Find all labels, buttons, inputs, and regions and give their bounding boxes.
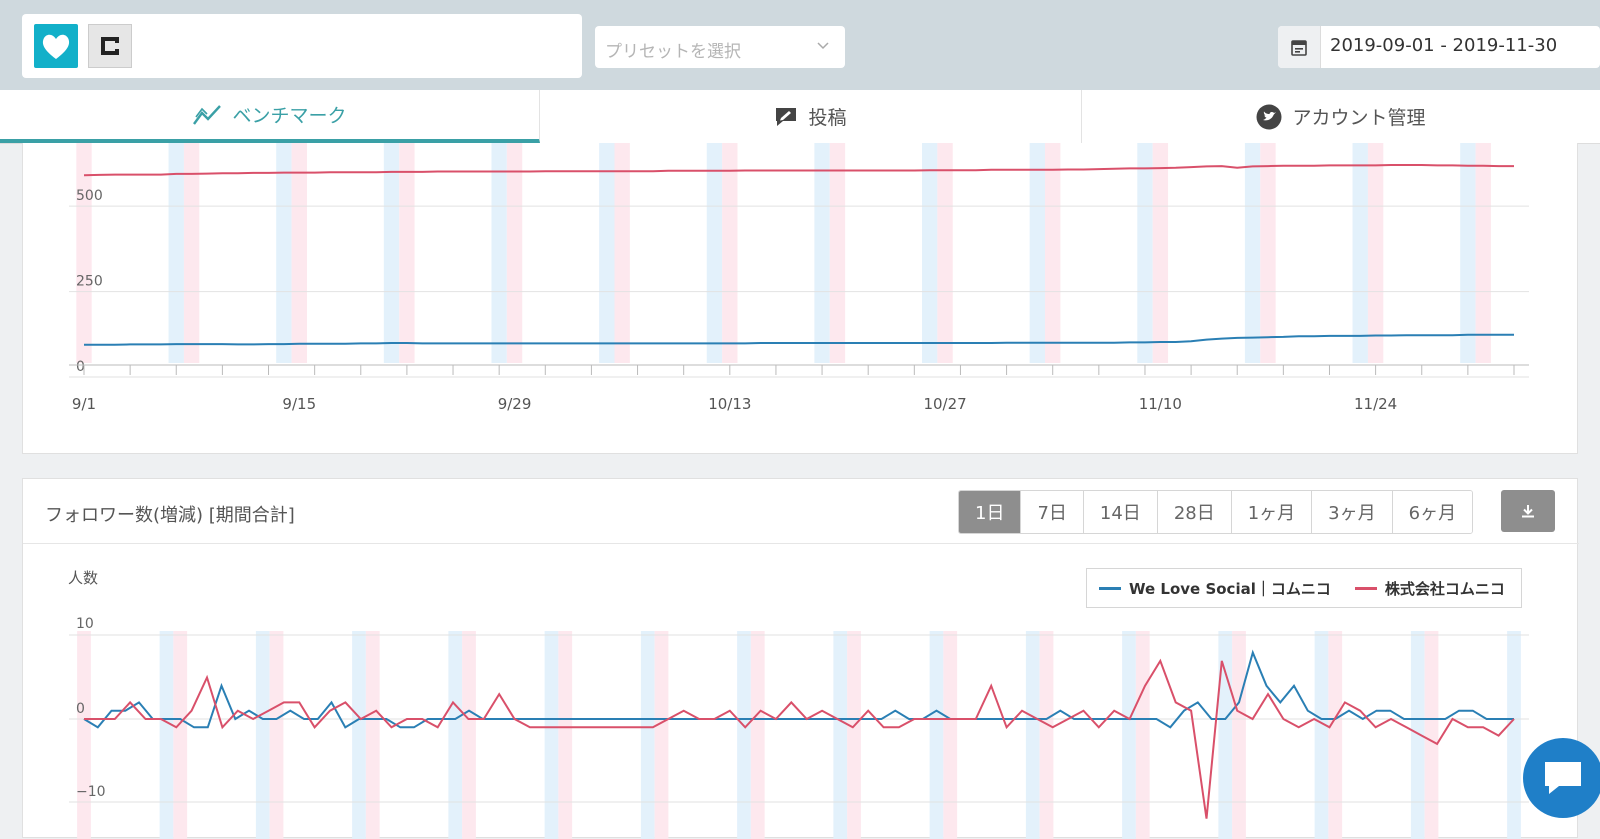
weekend-band-saturday (1122, 631, 1136, 839)
weekend-band-saturday (159, 631, 174, 839)
y-tick-label: 0 (76, 701, 85, 717)
weekend-band-sunday (365, 631, 380, 839)
weekend-band-saturday (544, 631, 559, 839)
weekend-band-saturday (383, 143, 400, 363)
weekend-band-sunday (1039, 631, 1054, 839)
weekend-band-saturday (737, 631, 751, 839)
y-tick-label: 500 (76, 188, 103, 204)
date-range-value: 2019-09-01 - 2019-11-30 (1330, 35, 1558, 56)
weekend-band-saturday (1029, 143, 1046, 363)
weekend-band-sunday (173, 631, 188, 839)
twitter-icon (1256, 104, 1282, 129)
weekend-band-saturday (448, 631, 463, 839)
tab-benchmark[interactable]: ベンチマーク (0, 90, 540, 143)
weekend-band-saturday (255, 631, 270, 839)
chat-button[interactable] (1523, 738, 1600, 818)
weekend-band-sunday (1328, 631, 1343, 839)
weekend-band-saturday (706, 143, 723, 363)
weekend-band-sunday (462, 631, 476, 839)
weekend-band-sunday (183, 143, 200, 363)
weekend-band-sunday (614, 143, 630, 363)
weekend-band-saturday (1218, 631, 1233, 839)
edit-icon (776, 107, 797, 126)
follower-total-card: 500 250 0 9/1 9/15 9/29 10/13 10/27 11/10 11/24 (22, 143, 1578, 454)
weekend-band-sunday (291, 143, 307, 363)
preset-select[interactable]: プリセットを選択 (595, 26, 845, 68)
weekend-band-saturday (929, 631, 944, 839)
main-tabs: ベンチマーク 投稿 アカウント管理 (0, 90, 1600, 144)
date-range-picker[interactable]: 2019-09-01 - 2019-11-30 (1278, 26, 1600, 68)
weekend-band-saturday (1025, 631, 1040, 839)
account-selector[interactable] (22, 14, 582, 78)
weekend-band-sunday (269, 631, 284, 839)
top-bar: プリセットを選択 2019-09-01 - 2019-11-30 (0, 0, 1600, 90)
x-tick-label: 11/24 (1354, 395, 1397, 413)
tab-benchmark-label: ベンチマーク (232, 105, 347, 127)
weekend-band-sunday (1135, 631, 1150, 839)
y-tick-label: 250 (76, 274, 103, 290)
tab-posts[interactable]: 投稿 (540, 90, 1082, 143)
x-tick-label: 10/13 (708, 395, 751, 413)
weekend-band-saturday (833, 631, 848, 839)
weekend-band-sunday (1260, 143, 1276, 363)
weekend-band-saturday (491, 143, 507, 363)
weekend-band-saturday (1137, 143, 1153, 363)
weekend-band-saturday (1314, 631, 1329, 839)
tab-account-management-label: アカウント管理 (1292, 107, 1426, 129)
weekend-band-sunday (722, 143, 738, 363)
heart-icon[interactable] (34, 24, 78, 68)
x-tick-label: 11/10 (1139, 395, 1182, 413)
tab-posts-label: 投稿 (808, 107, 847, 129)
weekend-band-saturday (1244, 143, 1261, 363)
follower-change-chart: 10 0 −10 (69, 616, 1529, 839)
weekend-band-sunday (1232, 631, 1246, 839)
weekend-band-saturday (640, 631, 655, 839)
weekend-band-sunday (1045, 143, 1061, 363)
weekend-band-sunday (506, 143, 523, 363)
company-logo[interactable] (88, 24, 132, 68)
weekend-band-saturday (599, 143, 615, 363)
weekend-band-saturday (922, 143, 938, 363)
weekend-band-sunday (1475, 143, 1491, 363)
follower-total-chart: 50025009/1 9/15 9/29 10/13 10/27 11/10 11/24 (69, 143, 1529, 413)
weekend-band-sunday (77, 631, 91, 839)
weekend-band-sunday (1424, 631, 1439, 839)
weekend-band-sunday (654, 631, 669, 839)
weekend-band-sunday (943, 631, 958, 839)
weekend-band-saturday (1507, 631, 1521, 839)
preset-placeholder: プリセットを選択 (605, 42, 741, 62)
y-tick-label: −10 (76, 784, 106, 800)
x-tick-label: 10/27 (923, 395, 966, 413)
weekend-band-saturday (1352, 143, 1368, 363)
x-tick-label: 9/1 (72, 395, 96, 413)
x-tick-label: 9/29 (498, 395, 532, 413)
weekend-band-sunday (829, 143, 846, 363)
series-line-comnico (84, 658, 1515, 819)
calendar-icon[interactable] (1278, 26, 1321, 68)
series-line-welovesocial (83, 649, 1514, 729)
weekend-band-sunday (847, 631, 861, 839)
follower-change-card: フォロワー数(増減) [期間合計] 1日 7日 14日 28日 1ヶ月 3ヶ月 … (22, 478, 1579, 839)
chat-icon (1545, 762, 1581, 794)
weekend-band-sunday (1152, 143, 1169, 363)
weekend-band-sunday (1367, 143, 1384, 363)
y-tick-label: 10 (76, 616, 94, 632)
weekend-band-sunday (750, 631, 765, 839)
weekend-band-saturday (352, 631, 366, 839)
weekend-band-saturday (168, 143, 184, 363)
weekend-band-saturday (814, 143, 830, 363)
x-tick-label: 9/15 (282, 395, 316, 413)
weekend-band-sunday (399, 143, 415, 363)
tab-account-management[interactable]: アカウント管理 (1082, 90, 1600, 143)
weekend-band-sunday (558, 631, 573, 839)
weekend-band-saturday (1460, 143, 1476, 363)
trend-icon (193, 104, 222, 125)
chevron-down-icon (817, 42, 829, 50)
weekend-band-saturday (276, 143, 292, 363)
weekend-band-sunday (937, 143, 953, 363)
